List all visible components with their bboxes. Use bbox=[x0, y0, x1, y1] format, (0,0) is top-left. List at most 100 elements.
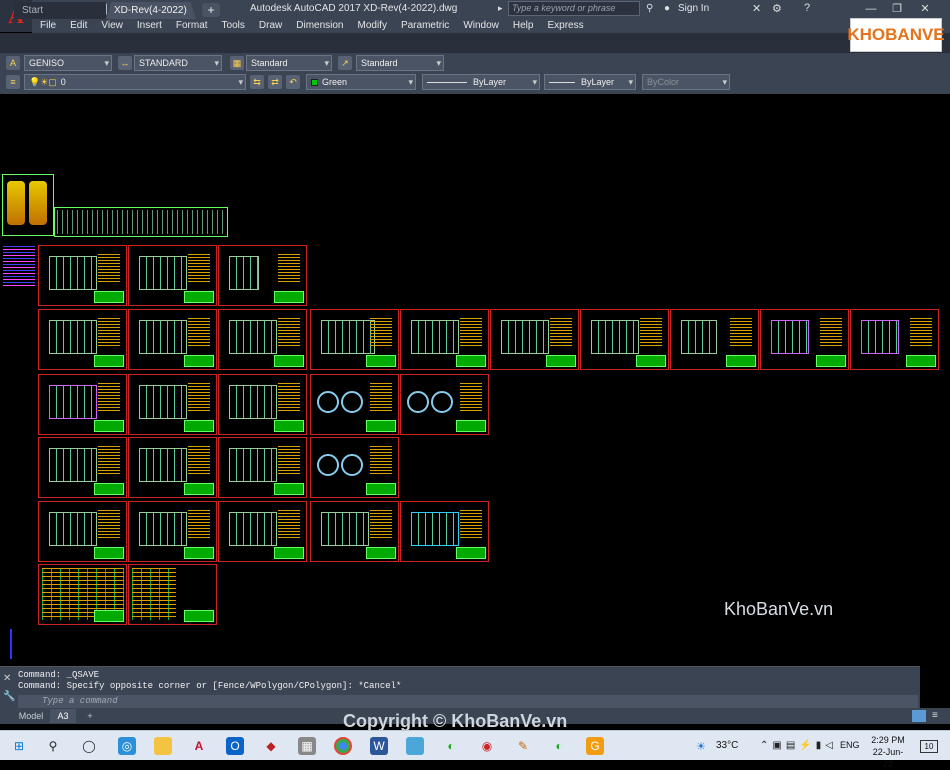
close-command-line-icon[interactable]: ✕ bbox=[3, 673, 11, 684]
model-space-icon[interactable] bbox=[912, 710, 926, 722]
menu-window[interactable]: Window bbox=[463, 20, 499, 31]
exchange-icon[interactable]: ✕ bbox=[752, 2, 761, 15]
layer-select[interactable]: 💡☀▢ 0 bbox=[24, 74, 246, 90]
dim-style-icon[interactable]: ↔ bbox=[118, 56, 132, 70]
search-icon[interactable]: ⚲ bbox=[44, 737, 62, 755]
windows-start-icon[interactable]: ⊞ bbox=[10, 737, 28, 755]
app-icon[interactable]: ◉ bbox=[478, 737, 496, 755]
drawing-sheet[interactable] bbox=[580, 309, 669, 370]
drawing-sheet[interactable] bbox=[218, 437, 307, 498]
minimize-icon[interactable]: — bbox=[858, 0, 884, 18]
drawing-sheet[interactable] bbox=[310, 501, 399, 562]
sign-in-button[interactable]: Sign In bbox=[678, 3, 709, 14]
text-style-select[interactable]: GENISO bbox=[24, 55, 112, 71]
drawing-sheet[interactable] bbox=[38, 437, 127, 498]
drawing-sheet[interactable] bbox=[128, 437, 217, 498]
new-tab-button[interactable]: + bbox=[202, 3, 220, 17]
calculator-icon[interactable]: ▦ bbox=[298, 737, 316, 755]
menu-tools[interactable]: Tools bbox=[222, 20, 245, 31]
color-select[interactable]: Green bbox=[306, 74, 416, 90]
weather-icon[interactable]: ☀ bbox=[696, 740, 706, 753]
menu-format[interactable]: Format bbox=[176, 20, 208, 31]
drawing-sheet[interactable] bbox=[400, 374, 489, 435]
input-language[interactable]: ENG bbox=[840, 740, 860, 750]
app-icon[interactable]: ◆ bbox=[262, 737, 280, 755]
menu-insert[interactable]: Insert bbox=[137, 20, 162, 31]
drawing-sheet[interactable] bbox=[128, 501, 217, 562]
menu-dimension[interactable]: Dimension bbox=[296, 20, 343, 31]
make-current-icon[interactable]: ⇆ bbox=[250, 75, 264, 89]
menu-parametric[interactable]: Parametric bbox=[401, 20, 449, 31]
match-layer-icon[interactable]: ⇄ bbox=[268, 75, 282, 89]
help-search-input[interactable]: Type a keyword or phrase bbox=[508, 1, 640, 16]
weather-temperature[interactable]: 33°C bbox=[716, 740, 738, 751]
drawing-sheet[interactable] bbox=[218, 309, 307, 370]
text-style-icon[interactable]: A bbox=[6, 56, 20, 70]
outlook-icon[interactable]: O bbox=[226, 737, 244, 755]
tray-icons[interactable]: ⌃▣▤⚡▮◁ bbox=[760, 740, 837, 751]
drawing-sheet[interactable] bbox=[670, 309, 759, 370]
search-expand-icon[interactable]: ▸ bbox=[498, 3, 506, 15]
drawing-canvas[interactable]: KhoBanVe.vn bbox=[0, 94, 950, 666]
app-icon[interactable]: G bbox=[586, 737, 604, 755]
tab-document[interactable]: XD-Rev(4-2022) bbox=[106, 2, 196, 19]
mleader-style-select[interactable]: Standard bbox=[356, 55, 444, 71]
drawing-sheet[interactable] bbox=[218, 374, 307, 435]
word-icon[interactable]: W bbox=[370, 737, 388, 755]
close-icon[interactable]: ✕ bbox=[912, 0, 938, 18]
clock[interactable]: 2:29 PM 22-Jun-22 bbox=[868, 734, 908, 770]
drawing-sheet[interactable] bbox=[38, 374, 127, 435]
drawing-sheet[interactable] bbox=[38, 309, 127, 370]
drawing-sheet[interactable] bbox=[218, 501, 307, 562]
drawing-sheet[interactable] bbox=[850, 309, 939, 370]
drawing-sheet[interactable] bbox=[310, 437, 399, 498]
menu-help[interactable]: Help bbox=[513, 20, 534, 31]
drawing-sheet[interactable] bbox=[400, 309, 489, 370]
chrome-icon[interactable] bbox=[334, 737, 352, 755]
notifications-icon[interactable]: 10 bbox=[920, 740, 938, 753]
status-menu-icon[interactable]: ≡ bbox=[932, 710, 946, 722]
drawing-sheet[interactable] bbox=[128, 374, 217, 435]
app-icon[interactable]: ◐ bbox=[442, 737, 460, 755]
menu-express[interactable]: Express bbox=[547, 20, 583, 31]
drawing-sheet[interactable] bbox=[760, 309, 849, 370]
lineweight-select[interactable]: ByLayer bbox=[544, 74, 636, 90]
drawing-sheet[interactable] bbox=[218, 245, 307, 306]
layer-previous-icon[interactable]: ↶ bbox=[286, 75, 300, 89]
mleader-style-icon[interactable]: ↗ bbox=[338, 56, 352, 70]
layer-properties-icon[interactable]: ≡ bbox=[6, 75, 20, 89]
drawing-sheet[interactable] bbox=[310, 374, 399, 435]
app-icon[interactable] bbox=[406, 737, 424, 755]
drawing-sheet[interactable] bbox=[128, 245, 217, 306]
menu-edit[interactable]: Edit bbox=[70, 20, 87, 31]
restore-icon[interactable]: ❐ bbox=[884, 0, 910, 18]
menu-modify[interactable]: Modify bbox=[358, 20, 387, 31]
linetype-select[interactable]: ByLayer bbox=[422, 74, 540, 90]
autocad-taskbar-icon[interactable]: A bbox=[190, 737, 208, 755]
a360-icon[interactable]: ⚙ bbox=[772, 2, 782, 15]
drawing-sheet[interactable] bbox=[38, 564, 127, 625]
new-layout-button[interactable]: + bbox=[82, 709, 98, 723]
menu-draw[interactable]: Draw bbox=[259, 20, 282, 31]
user-icon[interactable]: ● bbox=[664, 3, 674, 15]
menu-view[interactable]: View bbox=[101, 20, 123, 31]
customize-icon[interactable]: 🔧 bbox=[3, 691, 15, 702]
app-icon[interactable]: ◎ bbox=[118, 737, 136, 755]
app-icon[interactable]: ◐ bbox=[550, 737, 568, 755]
drawing-sheet[interactable] bbox=[400, 501, 489, 562]
drawing-sheet[interactable] bbox=[490, 309, 579, 370]
binoculars-icon[interactable]: ⚲ bbox=[646, 3, 658, 15]
command-input[interactable]: Type a command bbox=[18, 695, 918, 708]
file-explorer-icon[interactable] bbox=[154, 737, 172, 755]
tab-layout-a3[interactable]: A3 bbox=[50, 709, 76, 723]
drawing-sheet[interactable] bbox=[128, 564, 217, 625]
menu-file[interactable]: File bbox=[40, 20, 56, 31]
drawing-sheet[interactable] bbox=[38, 245, 127, 306]
tab-model[interactable]: Model bbox=[14, 709, 48, 723]
task-view-icon[interactable]: ◯ bbox=[80, 737, 98, 755]
table-style-icon[interactable]: ▦ bbox=[230, 56, 244, 70]
help-icon[interactable]: ? bbox=[804, 2, 810, 14]
tab-start[interactable]: Start bbox=[14, 2, 106, 19]
drawing-sheet[interactable] bbox=[128, 309, 217, 370]
paint-icon[interactable]: ✎ bbox=[514, 737, 532, 755]
